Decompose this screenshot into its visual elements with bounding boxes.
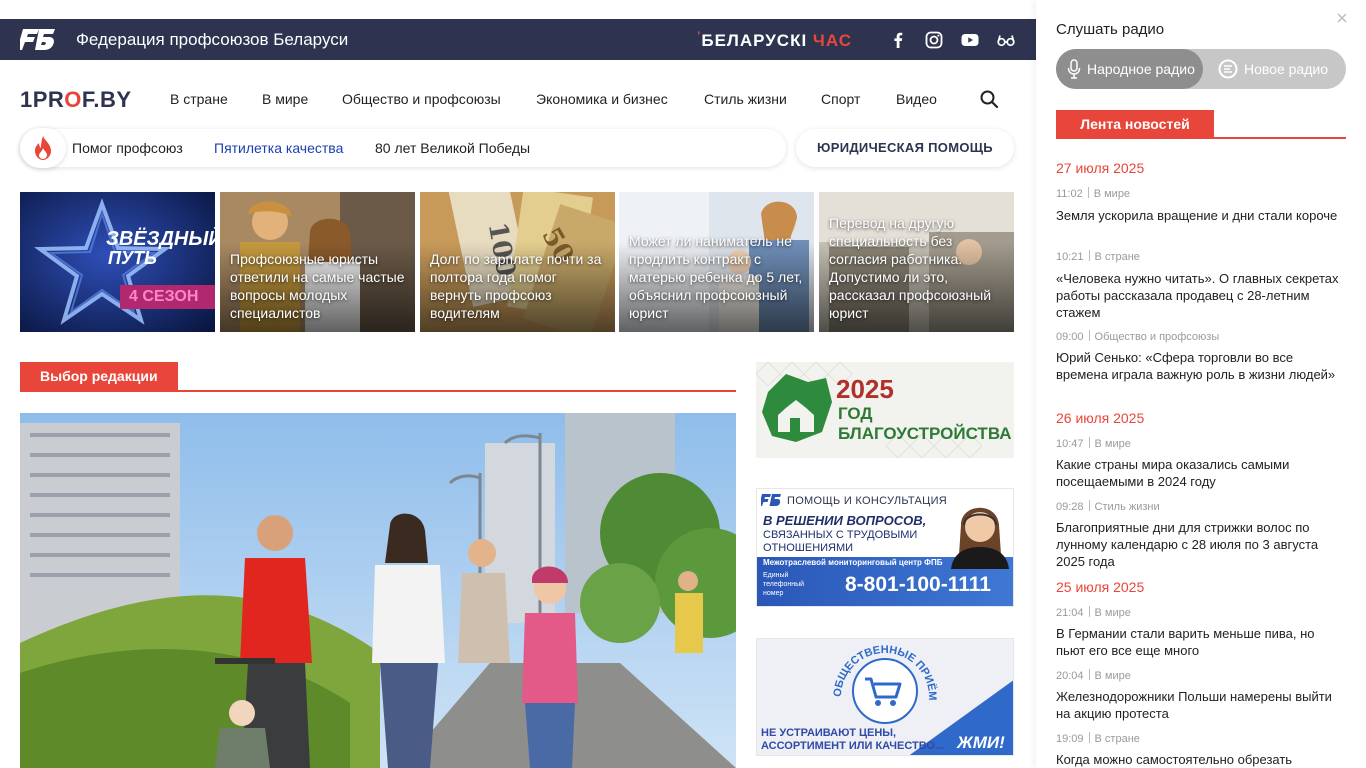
feed-item-meta: 10:47 В мире	[1056, 437, 1131, 450]
news-feed-divider	[1056, 137, 1346, 139]
hot-topic-helped-union[interactable]: Помог профсоюз	[72, 140, 183, 156]
feed-item-meta: 09:00 Общество и профсоюзы	[1056, 330, 1220, 343]
partner-brand-b: ЧАС	[812, 31, 852, 50]
feed-item-meta: 19:09 В стране	[1056, 732, 1140, 745]
belaruski-chas-logo[interactable]: ’БЕЛАРУСКІ ЧАС	[697, 29, 852, 51]
radio-option-novoe[interactable]: Новое радио	[1244, 61, 1328, 77]
featured-card-salary-debt[interactable]: 100 50 Долг по зарплате почти за полтора…	[420, 192, 615, 332]
card-caption: Профсоюзные юристы ответили на самые час…	[230, 251, 405, 321]
search-icon[interactable]	[979, 89, 999, 109]
card-caption: Может ли наниматель не продлить контракт…	[629, 233, 803, 321]
radio-selector: Народное радио Новое радио	[1056, 49, 1346, 89]
operator-woman-photo	[951, 507, 1009, 569]
site-logo[interactable]: 1PROF.BY	[20, 87, 132, 113]
legal-help-button[interactable]: ЮРИДИЧЕСКАЯ ПОМОЩЬ	[796, 129, 1014, 167]
year-line2: БЛАГОУСТРОЙСТВА	[838, 424, 1012, 443]
fire-icon	[20, 128, 66, 168]
year-of-improvement-banner[interactable]: 2025 ГОД БЛАГОУСТРОЙСТВА	[756, 362, 1014, 458]
reception-cta[interactable]: ЖМИ!	[957, 733, 1005, 753]
feed-item-meta: 10:21 В стране	[1056, 250, 1140, 263]
close-icon[interactable]	[1337, 13, 1347, 23]
hot-topic-victory-80[interactable]: 80 лет Великой Победы	[375, 140, 530, 156]
accessibility-glasses-icon[interactable]	[996, 30, 1016, 50]
radio-title: Слушать радио	[1056, 21, 1165, 38]
family-walk-photo	[20, 413, 736, 768]
help-phone[interactable]: 8-801-100-1111	[845, 573, 991, 597]
help-line3: ОТНОШЕНИЯМИ	[763, 542, 854, 554]
editors-choice-title[interactable]: Выбор редакции	[20, 362, 178, 391]
help-line1: В РЕШЕНИИ ВОПРОСОВ,	[763, 513, 927, 528]
year-number: 2025	[836, 374, 894, 404]
featured-card-zvezdny-put[interactable]: ЗВЁЗДНЫЙ ПУТЬ 4 СЕЗОН	[20, 192, 215, 332]
feed-item-meta: 11:02 В мире	[1056, 187, 1131, 200]
featured-card-transfer[interactable]: Перевод на другую специальность без согл…	[819, 192, 1014, 332]
logo-suffix: F.BY	[81, 87, 132, 112]
public-reception-banner[interactable]: ОБЩЕСТВЕННЫЕ ПРИЁМНЫЕ НЕ УСТРАИВАЮТ ЦЕНЫ…	[756, 638, 1014, 756]
reception-line2: АССОРТИМЕНТ ИЛИ КАЧЕСТВО...	[761, 740, 945, 752]
year-line1: ГОД	[838, 404, 873, 423]
nav-item-lifestyle[interactable]: Стиль жизни	[704, 91, 787, 107]
new-radio-logo-icon[interactable]	[1218, 59, 1238, 79]
feed-item-headline[interactable]: Какие страны мира оказались самыми посещ…	[1056, 456, 1341, 490]
help-title: ПОМОЩЬ И КОНСУЛЬТАЦИЯ	[787, 495, 948, 507]
nav-item-world[interactable]: В мире	[262, 91, 308, 107]
news-feed-tab[interactable]: Лента новостей	[1056, 110, 1214, 138]
featured-card-young-specialists[interactable]: Профсоюзные юристы ответили на самые час…	[220, 192, 415, 332]
top-bar: Федерация профсоюзов Беларуси ’БЕЛАРУСКІ…	[0, 19, 1036, 60]
feed-item-headline[interactable]: Благоприятные дни для стрижки волос по л…	[1056, 519, 1341, 570]
hot-topics-bar: Помог профсоюз Пятилетка качества 80 лет…	[20, 128, 786, 168]
phone-label: Единый телефонный номер	[763, 572, 805, 597]
feed-date: 27 июля 2025	[1056, 160, 1145, 176]
nav-item-country[interactable]: В стране	[170, 91, 228, 107]
logo-o: O	[64, 87, 82, 112]
feed-item-meta: 21:04 В мире	[1056, 606, 1131, 619]
featured-card-contract-mother[interactable]: Может ли наниматель не продлить контракт…	[619, 192, 814, 332]
card-caption: Долг по зарплате почти за полтора года п…	[430, 251, 602, 321]
partner-brand-a: БЕЛАРУСКІ	[701, 31, 808, 50]
nav-item-video[interactable]: Видео	[896, 91, 937, 107]
reception-line1: НЕ УСТРАИВАЮТ ЦЕНЫ,	[761, 727, 897, 739]
promo-badge: 4 СЕЗОН	[129, 288, 199, 305]
logo-prefix: 1PR	[20, 87, 65, 112]
instagram-icon[interactable]	[924, 30, 944, 50]
fpb-logo-icon[interactable]	[20, 25, 58, 53]
microphone-icon	[1067, 59, 1081, 79]
feed-item-meta: 09:28 Стиль жизни	[1056, 500, 1160, 513]
feed-item-headline[interactable]: Юрий Сенько: «Сфера торговли во все врем…	[1056, 349, 1341, 383]
help-line2: СВЯЗАННЫХ С ТРУДОВЫМИ	[763, 529, 918, 541]
feed-item-headline[interactable]: Земля ускорила вращение и дни стали коро…	[1056, 207, 1341, 224]
section-divider	[20, 390, 736, 392]
help-center: Межотраслевой мониторинговый центр ФПБ	[763, 558, 943, 567]
consultation-banner[interactable]: ПОМОЩЬ И КОНСУЛЬТАЦИЯ В РЕШЕНИИ ВОПРОСОВ…	[756, 488, 1014, 607]
feed-item-headline[interactable]: В Германии стали варить меньше пива, но …	[1056, 625, 1341, 659]
nav-item-society[interactable]: Общество и профсоюзы	[342, 91, 501, 107]
feed-date: 25 июля 2025	[1056, 579, 1145, 595]
facebook-icon[interactable]	[888, 30, 908, 50]
fpb-small-logo-icon	[761, 494, 781, 506]
feed-date: 26 июля 2025	[1056, 410, 1145, 426]
youtube-icon[interactable]	[960, 30, 980, 50]
nav-item-economy[interactable]: Экономика и бизнес	[536, 91, 668, 107]
nav-item-sport[interactable]: Спорт	[821, 91, 860, 107]
promo-title-b: ПУТЬ	[108, 248, 157, 268]
feed-item-meta: 20:04 В мире	[1056, 669, 1131, 682]
feed-item-headline[interactable]: Железнодорожники Польши намерены выйти н…	[1056, 688, 1341, 722]
feed-item-headline[interactable]: Когда можно самостоятельно обрезать	[1056, 751, 1341, 768]
org-title[interactable]: Федерация профсоюзов Беларуси	[76, 30, 348, 50]
card-caption: Перевод на другую специальность без согл…	[829, 215, 992, 321]
radio-option-label: Народное радио	[1087, 61, 1195, 77]
editors-choice-main-photo[interactable]	[20, 413, 736, 768]
feed-item-headline[interactable]: «Человека нужно читать». О главных секре…	[1056, 270, 1341, 321]
hot-topic-quality-five-year[interactable]: Пятилетка качества	[214, 140, 343, 156]
